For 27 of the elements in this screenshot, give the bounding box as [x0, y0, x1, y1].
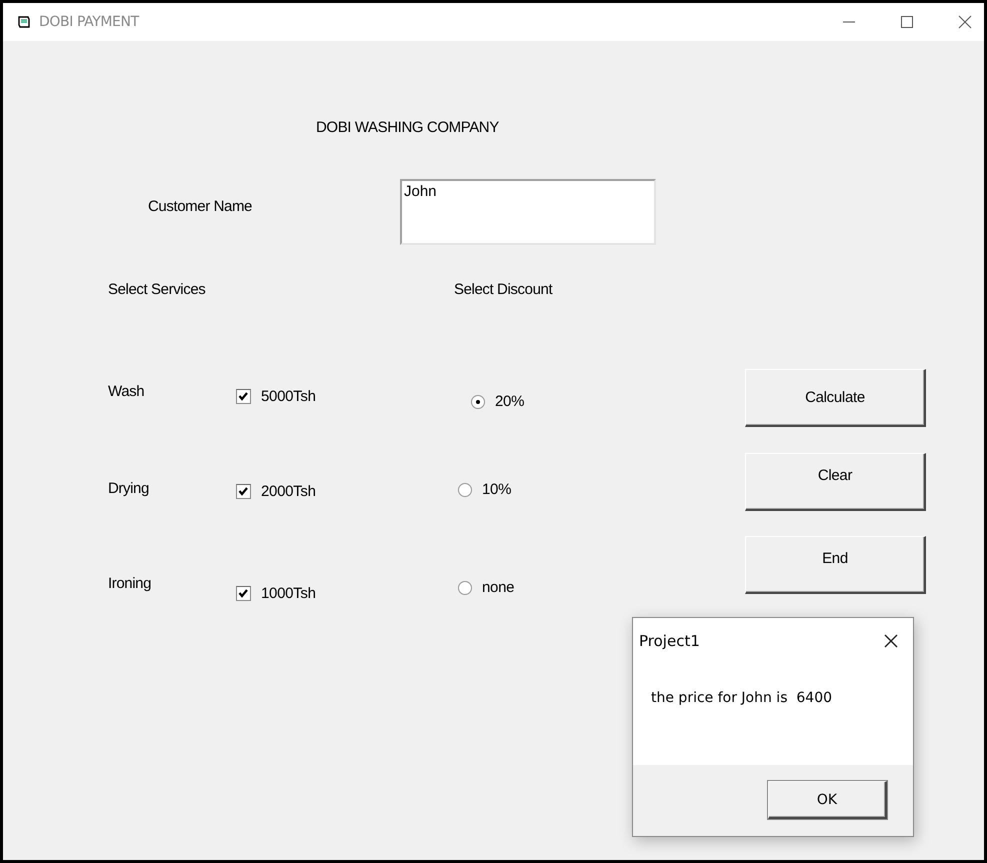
ok-button[interactable]: OK	[768, 781, 887, 819]
service-checkbox[interactable]: 5000Tsh	[236, 388, 316, 405]
window-title: DOBI PAYMENT	[39, 14, 139, 30]
customer-name-label: Customer Name	[148, 198, 252, 215]
close-icon[interactable]	[958, 15, 972, 29]
maximize-icon[interactable]	[900, 15, 914, 29]
service-label: Ironing	[108, 575, 152, 592]
checkmark-icon	[238, 486, 249, 497]
services-label: Select Services	[108, 281, 206, 298]
discount-radio[interactable]: none	[458, 579, 514, 596]
discount-label: Select Discount	[454, 281, 552, 298]
close-icon[interactable]	[883, 633, 899, 649]
checkmark-icon	[238, 391, 249, 402]
dialog-title: Project1	[639, 632, 700, 650]
form-button[interactable]: Calculate	[745, 369, 926, 427]
discount-radio[interactable]: 10%	[458, 481, 512, 498]
form-heading: DOBI WASHING COMPANY	[316, 119, 499, 136]
service-label: Wash	[108, 383, 144, 400]
service-label: Drying	[108, 480, 149, 497]
dialog-message: the price for John is 6400	[651, 690, 832, 706]
discount-radio[interactable]: 20%	[471, 393, 524, 410]
checkmark-icon	[238, 588, 249, 599]
form-button[interactable]: Clear	[745, 453, 926, 511]
form-button[interactable]: End	[745, 536, 926, 594]
service-checkbox[interactable]: 1000Tsh	[236, 585, 316, 602]
service-checkbox[interactable]: 2000Tsh	[236, 483, 316, 500]
customer-name-field[interactable]: John	[400, 179, 656, 245]
